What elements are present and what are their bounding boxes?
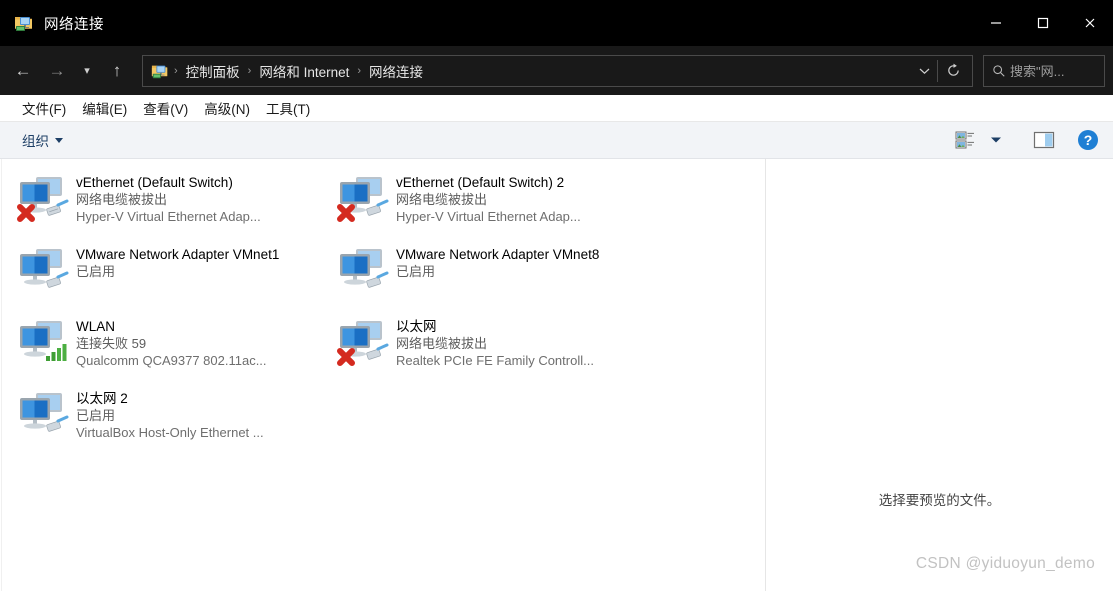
list-item[interactable]: VMware Network Adapter VMnet8 已启用 bbox=[322, 239, 642, 311]
address-bar: ← → ▾ ↑ › 控制面板 › 网络和 Internet › 网络连接 搜索"… bbox=[0, 46, 1113, 95]
red-x-icon bbox=[337, 348, 355, 366]
connection-device: Qualcomm QCA9377 802.11ac... bbox=[76, 353, 267, 368]
list-item[interactable]: vEthernet (Default Switch) 网络电缆被拔出 Hyper… bbox=[2, 167, 322, 239]
forward-arrow-icon[interactable]: → bbox=[40, 55, 74, 87]
help-button[interactable]: ? bbox=[1073, 126, 1103, 154]
breadcrumb-separator: › bbox=[174, 64, 178, 77]
help-icon: ? bbox=[1078, 130, 1098, 150]
list-item[interactable]: 以太网 2 已启用 VirtualBox Host-Only Ethernet … bbox=[2, 383, 322, 455]
organize-button[interactable]: 组织 bbox=[14, 126, 71, 154]
connection-status: 已启用 bbox=[396, 264, 436, 279]
search-input[interactable]: 搜索"网... bbox=[983, 54, 1105, 87]
list-item-text: 以太网 网络电缆被拔出 Realtek PCIe FE Family Contr… bbox=[396, 315, 642, 369]
menu-bar: 文件(F) 编辑(E) 查看(V) 高级(N) 工具(T) bbox=[0, 95, 1113, 122]
up-arrow-icon[interactable]: ↑ bbox=[100, 55, 134, 87]
recent-locations-chevron-down-icon[interactable]: ▾ bbox=[74, 55, 100, 87]
list-item-text: vEthernet (Default Switch) 网络电缆被拔出 Hyper… bbox=[76, 171, 322, 225]
search-icon bbox=[990, 64, 1008, 78]
list-item[interactable]: vEthernet (Default Switch) 2 网络电缆被拔出 Hyp… bbox=[322, 167, 642, 239]
menu-edit[interactable]: 编辑(E) bbox=[74, 95, 135, 121]
red-x-icon bbox=[337, 204, 355, 222]
connection-name: VMware Network Adapter VMnet1 bbox=[76, 247, 280, 262]
wifi-signal-icon bbox=[46, 344, 67, 361]
connection-name: vEthernet (Default Switch) 2 bbox=[396, 175, 565, 190]
network-adapter-icon bbox=[14, 171, 70, 227]
list-item-text: VMware Network Adapter VMnet1 已启用 bbox=[76, 243, 322, 280]
connection-status: 已启用 bbox=[76, 408, 116, 423]
chevron-down-icon bbox=[55, 137, 63, 143]
organize-label: 组织 bbox=[22, 134, 49, 149]
breadcrumb-separator: › bbox=[247, 64, 252, 77]
connection-name: 以太网 bbox=[396, 319, 437, 334]
maximize-button[interactable] bbox=[1019, 0, 1066, 46]
command-toolbar: 组织 ? bbox=[0, 122, 1113, 159]
list-item-text: vEthernet (Default Switch) 2 网络电缆被拔出 Hyp… bbox=[396, 171, 642, 225]
search-placeholder: 搜索"网... bbox=[1010, 64, 1065, 79]
connections-list[interactable]: vEthernet (Default Switch) 网络电缆被拔出 Hyper… bbox=[2, 159, 765, 591]
window-title: 网络连接 bbox=[44, 16, 104, 33]
preview-message: 选择要预览的文件。 bbox=[878, 493, 1001, 508]
refresh-icon[interactable] bbox=[938, 56, 968, 86]
breadcrumb-item-network-and-internet[interactable]: 网络和 Internet bbox=[254, 58, 354, 84]
list-item[interactable]: VMware Network Adapter VMnet1 已启用 bbox=[2, 239, 322, 311]
minimize-button[interactable] bbox=[972, 0, 1019, 46]
network-connections-window: 网络连接 ← → ▾ ↑ › 控制面板 › 网络和 Internet › 网络连… bbox=[0, 0, 1113, 591]
title-bar: 网络连接 bbox=[0, 0, 1113, 46]
connection-status: 连接失败 59 bbox=[76, 336, 147, 351]
connection-status: 网络电缆被拔出 bbox=[76, 192, 168, 207]
network-adapter-icon bbox=[334, 171, 390, 227]
chevron-down-icon bbox=[991, 137, 1001, 143]
connection-status: 网络电缆被拔出 bbox=[396, 336, 488, 351]
network-adapter-icon bbox=[334, 243, 390, 299]
menu-file[interactable]: 文件(F) bbox=[14, 95, 74, 121]
connection-device: VirtualBox Host-Only Ethernet ... bbox=[76, 425, 264, 440]
network-adapter-icon bbox=[14, 315, 70, 371]
menu-tools[interactable]: 工具(T) bbox=[258, 95, 318, 121]
connection-device: Realtek PCIe FE Family Controll... bbox=[396, 353, 594, 368]
connection-device: Hyper-V Virtual Ethernet Adap... bbox=[76, 209, 261, 224]
list-item[interactable]: 以太网 网络电缆被拔出 Realtek PCIe FE Family Contr… bbox=[322, 311, 642, 383]
list-item-text: WLAN 连接失败 59 Qualcomm QCA9377 802.11ac..… bbox=[76, 315, 322, 369]
menu-view[interactable]: 查看(V) bbox=[135, 95, 196, 121]
back-arrow-icon[interactable]: ← bbox=[6, 55, 40, 87]
connection-name: 以太网 2 bbox=[76, 391, 128, 406]
preview-pane-button[interactable] bbox=[1029, 126, 1059, 154]
menu-advanced[interactable]: 高级(N) bbox=[196, 95, 258, 121]
close-button[interactable] bbox=[1066, 0, 1113, 46]
list-item-text: VMware Network Adapter VMnet8 已启用 bbox=[396, 243, 642, 280]
list-item[interactable]: WLAN 连接失败 59 Qualcomm QCA9377 802.11ac..… bbox=[2, 311, 322, 383]
connection-name: WLAN bbox=[76, 319, 116, 334]
network-adapter-icon bbox=[334, 315, 390, 371]
breadcrumb-network-folder-icon bbox=[151, 62, 169, 80]
connection-device: Hyper-V Virtual Ethernet Adap... bbox=[396, 209, 581, 224]
watermark: CSDN @yiduoyun_demo bbox=[915, 555, 1095, 572]
breadcrumb-item-control-panel[interactable]: 控制面板 bbox=[181, 58, 245, 84]
view-options-icon bbox=[955, 131, 974, 149]
svg-text:?: ? bbox=[1084, 132, 1093, 148]
connection-name: VMware Network Adapter VMnet8 bbox=[396, 247, 600, 262]
network-adapter-icon bbox=[14, 387, 70, 443]
network-adapter-icon bbox=[14, 243, 70, 299]
list-item-text: 以太网 2 已启用 VirtualBox Host-Only Ethernet … bbox=[76, 387, 322, 441]
view-options-button[interactable] bbox=[951, 126, 981, 154]
breadcrumb-separator: › bbox=[357, 64, 362, 77]
connection-status: 已启用 bbox=[76, 264, 116, 279]
window-controls bbox=[972, 0, 1113, 46]
preview-pane-icon bbox=[1033, 131, 1055, 149]
connection-name: vEthernet (Default Switch) bbox=[76, 175, 233, 190]
view-dropdown-button[interactable] bbox=[981, 126, 1011, 154]
red-x-icon bbox=[17, 204, 35, 222]
network-folder-icon bbox=[14, 13, 34, 33]
breadcrumb-item-network-connections[interactable]: 网络连接 bbox=[364, 58, 428, 84]
connection-status: 网络电缆被拔出 bbox=[396, 192, 488, 207]
breadcrumb[interactable]: › 控制面板 › 网络和 Internet › 网络连接 bbox=[142, 54, 973, 87]
preview-pane: 选择要预览的文件。 CSDN @yiduoyun_demo bbox=[766, 159, 1113, 591]
breadcrumb-chevron-down-icon[interactable] bbox=[911, 56, 937, 86]
content-area: vEthernet (Default Switch) 网络电缆被拔出 Hyper… bbox=[0, 159, 1113, 591]
